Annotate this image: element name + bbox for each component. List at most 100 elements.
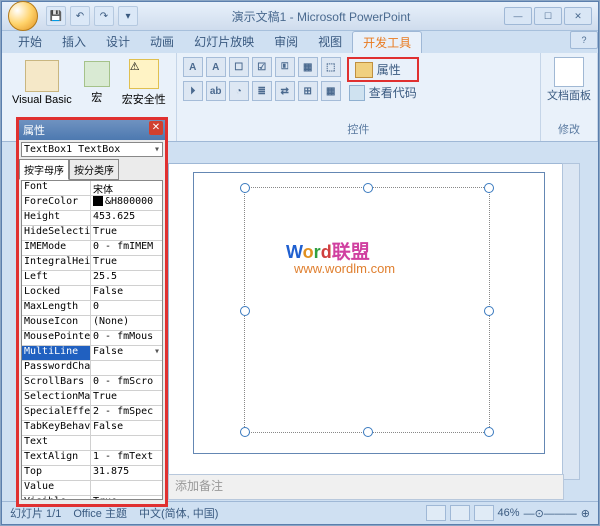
property-value[interactable]: 0 - fmScro — [91, 376, 162, 390]
status-language[interactable]: 中文(简体, 中国) — [139, 505, 218, 521]
property-value[interactable]: 0 — [91, 301, 162, 315]
notes-pane[interactable]: 添加备注 — [168, 474, 564, 500]
property-value[interactable]: 1 - fmText — [91, 451, 162, 465]
property-value[interactable]: True — [91, 226, 162, 240]
control-list-icon[interactable]: 🗉 — [275, 57, 295, 77]
zoom-slider[interactable]: —⊙——— — [524, 507, 577, 520]
resize-handle[interactable] — [363, 183, 373, 193]
tab-view[interactable]: 视图 — [308, 31, 352, 53]
property-row[interactable]: ScrollBars0 - fmScro — [22, 376, 162, 391]
qat-redo-button[interactable]: ↷ — [94, 6, 114, 26]
property-value[interactable]: True — [91, 256, 162, 270]
property-value[interactable]: False — [91, 286, 162, 300]
properties-button[interactable]: 属性 — [347, 57, 419, 82]
property-value[interactable]: True — [91, 391, 162, 405]
resize-handle[interactable] — [240, 306, 250, 316]
control-tools-icon[interactable]: ▦ — [321, 81, 341, 101]
ribbon-help-button[interactable]: ? — [570, 31, 598, 49]
property-row[interactable]: Font宋体 — [22, 181, 162, 196]
fit-button[interactable]: ⊕ — [581, 507, 590, 520]
control-label-icon[interactable]: A — [183, 57, 203, 77]
tab-home[interactable]: 开始 — [8, 31, 52, 53]
view-normal-button[interactable] — [426, 505, 446, 521]
tab-alphabetic[interactable]: 按字母序 — [19, 159, 69, 180]
tab-review[interactable]: 审阅 — [264, 31, 308, 53]
property-row[interactable]: SpecialEffe2 - fmSpec — [22, 406, 162, 421]
resize-handle[interactable] — [240, 427, 250, 437]
property-value[interactable] — [91, 361, 162, 375]
tab-slideshow[interactable]: 幻灯片放映 — [184, 31, 264, 53]
property-value[interactable]: 453.625 — [91, 211, 162, 225]
control-scroll-icon[interactable]: ◔ — [229, 81, 249, 101]
property-value[interactable]: 2 - fmSpec — [91, 406, 162, 420]
property-value[interactable]: True — [91, 496, 162, 500]
property-row[interactable]: IMEMode0 - fmIMEM — [22, 241, 162, 256]
qat-customize-button[interactable]: ▾ — [118, 6, 138, 26]
view-slideshow-button[interactable] — [474, 505, 494, 521]
property-value[interactable]: False — [91, 421, 162, 435]
resize-handle[interactable] — [484, 427, 494, 437]
property-row[interactable]: MultiLineFalse▾ — [22, 346, 162, 361]
properties-grid[interactable]: Font宋体ForeColor&H800000Height453.625Hide… — [21, 180, 163, 500]
resize-handle[interactable] — [484, 183, 494, 193]
macro-security-button[interactable]: ⚠ 宏安全性 — [118, 57, 170, 109]
property-row[interactable]: PasswordCha — [22, 361, 162, 376]
control-checkbox-icon[interactable]: ☑ — [252, 57, 272, 77]
maximize-button[interactable]: ☐ — [534, 7, 562, 25]
slide[interactable]: Word联盟 www.wordlm.com — [193, 172, 545, 454]
zoom-level[interactable]: 46% — [498, 507, 520, 519]
minimize-button[interactable]: — — [504, 7, 532, 25]
macros-button[interactable]: 宏 — [80, 59, 114, 107]
property-value[interactable]: &H800000 — [91, 196, 162, 210]
properties-panel-title[interactable]: 属性 ✕ — [16, 117, 168, 140]
properties-close-button[interactable]: ✕ — [149, 121, 163, 135]
control-image-icon[interactable]: ≣ — [252, 81, 272, 101]
close-button[interactable]: ✕ — [564, 7, 592, 25]
tab-categorized[interactable]: 按分类序 — [69, 159, 119, 180]
property-row[interactable]: LockedFalse — [22, 286, 162, 301]
property-value[interactable] — [91, 481, 162, 495]
object-selector[interactable]: TextBox1 TextBox ▾ — [21, 142, 163, 157]
control-toggle-icon[interactable]: ⬚ — [321, 57, 341, 77]
tab-animation[interactable]: 动画 — [140, 31, 184, 53]
document-panel-button[interactable]: 文档面板 — [547, 57, 591, 103]
control-frame-icon[interactable]: ⇄ — [275, 81, 295, 101]
property-value[interactable]: False▾ — [91, 346, 162, 360]
view-sorter-button[interactable] — [450, 505, 470, 521]
property-row[interactable]: MousePointe0 - fmMous — [22, 331, 162, 346]
vertical-scrollbar[interactable] — [562, 163, 580, 480]
view-code-button[interactable]: 查看代码 — [347, 82, 419, 103]
property-row[interactable]: SelectionMaTrue — [22, 391, 162, 406]
qat-save-button[interactable]: 💾 — [46, 6, 66, 26]
resize-handle[interactable] — [240, 183, 250, 193]
property-value[interactable]: 0 - fmMous — [91, 331, 162, 345]
visual-basic-button[interactable]: Visual Basic — [8, 58, 76, 108]
property-value[interactable]: 31.875 — [91, 466, 162, 480]
property-row[interactable]: TextAlign1 - fmText — [22, 451, 162, 466]
property-value[interactable]: 0 - fmIMEM — [91, 241, 162, 255]
tab-developer[interactable]: 开发工具 — [352, 31, 422, 53]
property-value[interactable]: 25.5 — [91, 271, 162, 285]
resize-handle[interactable] — [484, 306, 494, 316]
property-row[interactable]: HideSelectiTrue — [22, 226, 162, 241]
property-value[interactable]: 宋体 — [91, 181, 162, 195]
property-row[interactable]: Value — [22, 481, 162, 496]
qat-undo-button[interactable]: ↶ — [70, 6, 90, 26]
property-row[interactable]: MaxLength0 — [22, 301, 162, 316]
property-row[interactable]: IntegralHeiTrue — [22, 256, 162, 271]
property-row[interactable]: Height453.625 — [22, 211, 162, 226]
property-row[interactable]: TabKeyBehavFalse — [22, 421, 162, 436]
resize-handle[interactable] — [363, 427, 373, 437]
property-row[interactable]: Top31.875 — [22, 466, 162, 481]
property-row[interactable]: ForeColor&H800000 — [22, 196, 162, 211]
control-option-icon[interactable]: ab — [206, 81, 226, 101]
control-more-icon[interactable]: ⊞ — [298, 81, 318, 101]
control-textbox-icon[interactable]: A — [206, 57, 226, 77]
property-row[interactable]: VisibleTrue — [22, 496, 162, 500]
control-spin-icon[interactable]: ☐ — [229, 57, 249, 77]
control-button-icon[interactable]: ⏵ — [183, 81, 203, 101]
control-combo-icon[interactable]: ▦ — [298, 57, 318, 77]
tab-insert[interactable]: 插入 — [52, 31, 96, 53]
property-value[interactable] — [91, 436, 162, 450]
property-row[interactable]: Text — [22, 436, 162, 451]
